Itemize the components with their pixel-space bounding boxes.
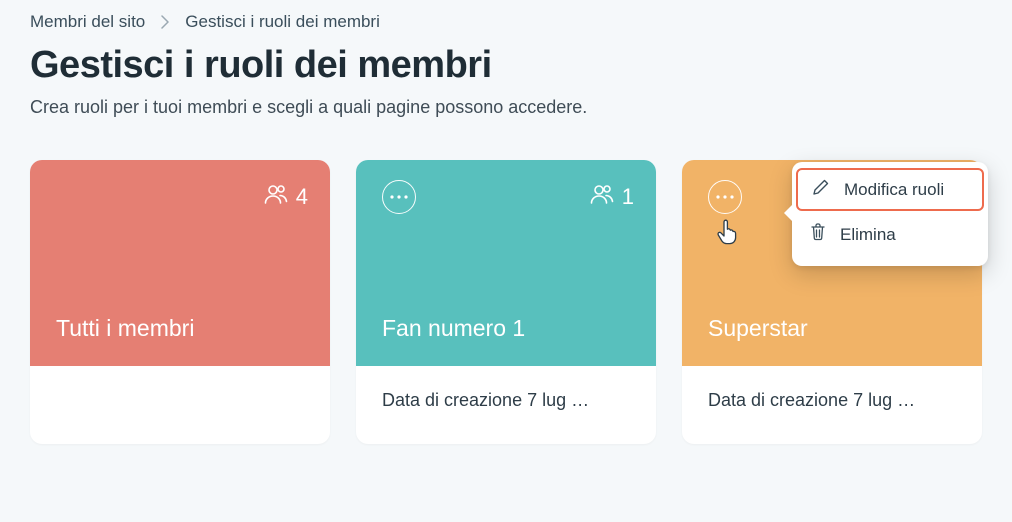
role-options-menu: Modifica ruoli Elimina — [792, 162, 988, 266]
members-icon — [590, 183, 614, 211]
members-icon — [264, 183, 288, 211]
role-card-footer: Data di creazione 7 lug … — [356, 366, 656, 444]
more-options-button[interactable] — [382, 180, 416, 214]
menu-item-delete[interactable]: Elimina — [792, 213, 988, 256]
menu-item-label: Modifica ruoli — [844, 180, 944, 200]
page-subtitle: Crea ruoli per i tuoi membri e scegli a … — [30, 97, 982, 118]
chevron-right-icon — [161, 15, 169, 29]
pencil-icon — [812, 178, 830, 201]
member-count-value: 1 — [622, 184, 634, 210]
role-card-all-members[interactable]: 4 Tutti i membri — [30, 160, 330, 444]
breadcrumb-current: Gestisci i ruoli dei membri — [185, 12, 380, 32]
role-card-title: Fan numero 1 — [382, 315, 634, 342]
role-card-footer: Data di creazione 7 lug … — [682, 366, 982, 444]
member-count: 4 — [264, 183, 308, 211]
role-card-title: Superstar — [708, 315, 960, 342]
menu-item-edit-roles[interactable]: Modifica ruoli — [796, 168, 984, 211]
role-card-fan-numero-1[interactable]: 1 Fan numero 1 Data di creazione 7 lug … — [356, 160, 656, 444]
breadcrumb: Membri del sito Gestisci i ruoli dei mem… — [30, 12, 982, 32]
member-count: 1 — [590, 183, 634, 211]
role-card-footer — [30, 366, 330, 444]
cursor-hand-icon — [715, 219, 739, 250]
role-cards-row: 4 Tutti i membri — [30, 160, 982, 444]
role-card-superstar[interactable]: 1 Superstar Data di creazione 7 lug … Mo… — [682, 160, 982, 444]
more-options-button[interactable] — [708, 180, 742, 214]
role-card-title: Tutti i membri — [56, 315, 308, 342]
trash-icon — [810, 223, 826, 246]
member-count-value: 4 — [296, 184, 308, 210]
page-title: Gestisci i ruoli dei membri — [30, 44, 982, 87]
menu-item-label: Elimina — [840, 225, 896, 245]
breadcrumb-root[interactable]: Membri del sito — [30, 12, 145, 32]
